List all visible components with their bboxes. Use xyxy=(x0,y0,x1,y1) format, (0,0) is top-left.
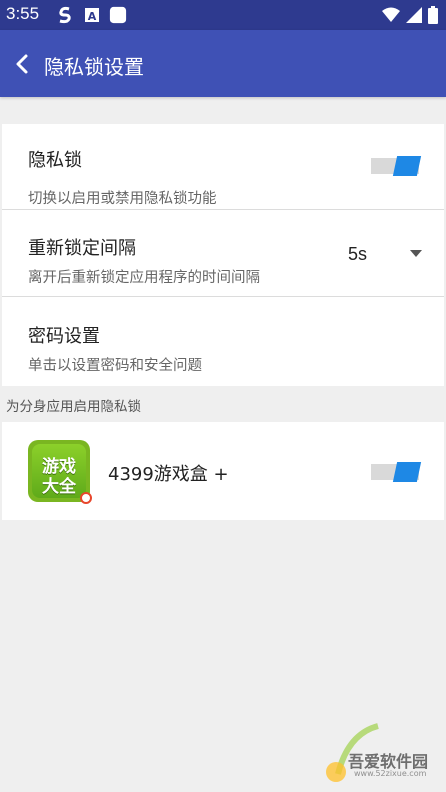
s-app-icon xyxy=(59,6,71,24)
watermark: 吾爱软件园 www.52zixue.com xyxy=(308,714,438,784)
section-header: 为分身应用启用隐私锁 xyxy=(0,386,446,422)
app-bar: 隐私锁设置 xyxy=(0,30,446,97)
chevron-left-icon[interactable] xyxy=(10,50,34,78)
app-lock-toggle[interactable] xyxy=(371,461,422,482)
password-settings-row[interactable]: 密码设置 单击以设置密码和安全问题 xyxy=(2,297,444,386)
wifi-icon xyxy=(382,7,400,22)
watermark-url: www.52zixue.com xyxy=(354,769,427,778)
status-bar: 3:55 A xyxy=(0,0,446,30)
relock-interval-subtitle: 离开后重新锁定应用程序的时间间隔 xyxy=(28,270,260,286)
privacy-lock-toggle[interactable] xyxy=(371,155,422,176)
battery-icon xyxy=(428,6,438,24)
app-icon-text-2: 大全 xyxy=(42,477,76,497)
app-icon-4399: 游戏 大全 xyxy=(28,440,92,504)
status-time: 3:55 xyxy=(6,4,40,23)
signal-icon xyxy=(406,7,422,23)
relock-interval-row[interactable]: 重新锁定间隔 离开后重新锁定应用程序的时间间隔 5s xyxy=(2,210,444,296)
relock-interval-value[interactable]: 5s xyxy=(348,244,367,265)
a-font-icon: A xyxy=(85,8,99,23)
clone-badge-icon xyxy=(80,492,92,504)
chevron-down-icon[interactable] xyxy=(410,250,422,258)
password-settings-title: 密码设置 xyxy=(28,326,100,347)
privacy-lock-row[interactable]: 隐私锁 切换以启用或禁用隐私锁功能 xyxy=(2,124,444,209)
section-header-label: 为分身应用启用隐私锁 xyxy=(6,399,141,415)
app-icon-inner: 游戏 大全 xyxy=(32,444,86,498)
square-app-icon xyxy=(109,6,127,24)
status-right-icons xyxy=(382,6,438,24)
privacy-lock-title: 隐私锁 xyxy=(28,150,82,171)
privacy-lock-subtitle: 切换以启用或禁用隐私锁功能 xyxy=(28,191,217,207)
toggle-thumb xyxy=(392,156,422,176)
password-settings-subtitle: 单击以设置密码和安全问题 xyxy=(28,358,202,374)
toggle-thumb xyxy=(392,462,422,482)
page-title: 隐私锁设置 xyxy=(44,55,144,79)
relock-interval-title: 重新锁定间隔 xyxy=(28,238,136,259)
svg-text:A: A xyxy=(88,10,97,23)
app-name: 4399游戏盒 + xyxy=(108,464,229,485)
